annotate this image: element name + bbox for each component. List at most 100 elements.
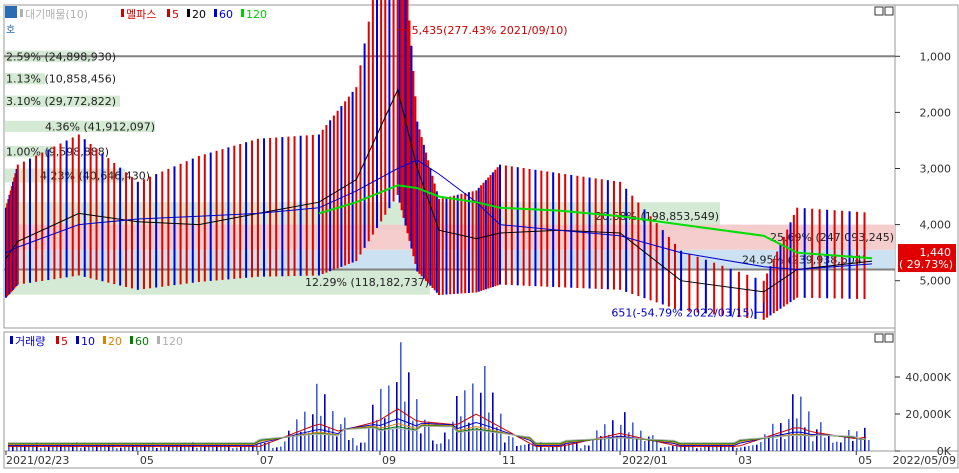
volume-bar (636, 437, 638, 451)
volume-bar (844, 437, 846, 451)
volume-bar (672, 445, 674, 451)
volume-bar (756, 444, 758, 451)
price-candle (355, 87, 358, 262)
price-candle (321, 129, 324, 275)
volume-bar (244, 446, 246, 451)
price-candle (221, 149, 224, 280)
price-candle (856, 211, 859, 299)
maximize-icon[interactable] (884, 6, 894, 16)
volume-bar (744, 446, 746, 451)
price-candle (637, 202, 640, 297)
volume-bar (288, 430, 290, 451)
volume-bar (792, 394, 794, 451)
price-axis-label: 2,000 (920, 106, 952, 119)
volume-bar (696, 448, 698, 451)
price-candle (287, 136, 290, 277)
volume-bar (492, 392, 494, 451)
volume-profile-label: 1.13% (10,858,456) (6, 73, 116, 86)
volume-bar (868, 440, 870, 451)
price-candle (125, 172, 128, 287)
price-candle (433, 183, 436, 291)
minimize-icon[interactable] (874, 333, 884, 343)
price-candle (425, 152, 428, 281)
price-candle (427, 160, 430, 284)
price-candle (762, 280, 765, 320)
volume-bar (84, 447, 86, 451)
volume-bar (344, 417, 346, 451)
legend-swatch (76, 336, 79, 344)
volume-profile-label: 1.00% (9,598,888) (6, 146, 109, 159)
price-candle (769, 266, 772, 316)
price-candle (16, 164, 19, 285)
volume-bar (260, 443, 262, 451)
volume-bar (120, 447, 122, 451)
price-candle (22, 161, 25, 284)
price-candle (119, 167, 122, 286)
volume-bar (316, 383, 318, 451)
price-candle (396, 0, 399, 195)
x-axis-label: 2022/01 (622, 454, 668, 467)
volume-bar (644, 441, 646, 451)
price-candle (438, 199, 440, 296)
price-candle (779, 244, 782, 309)
volume-bar (44, 447, 46, 451)
volume-bar (848, 430, 850, 451)
x-axis-label: 09 (382, 454, 396, 467)
volume-legend-item: 10 (81, 335, 95, 348)
price-candle (494, 169, 497, 287)
maximize-icon[interactable] (884, 333, 894, 343)
volume-bar (840, 442, 842, 451)
price-candle (41, 152, 44, 281)
peak-annotation: 5,435(277.43% 2021/09/10) (412, 24, 568, 37)
price-candle (344, 101, 347, 266)
price-candle (185, 161, 188, 284)
price-candle (848, 211, 851, 299)
price-candle (95, 148, 98, 280)
price-candle (317, 134, 320, 276)
legend-swatch (20, 9, 23, 17)
volume-bar (824, 437, 826, 451)
volume-bar (440, 443, 442, 451)
volume-axis-label: 20,000K (905, 408, 951, 421)
volume-bar (40, 448, 42, 451)
volume-bar (256, 444, 258, 451)
low-annotation: 651(-54.79% 2022/03/15) (611, 306, 753, 319)
price-candle (491, 172, 494, 287)
volume-bar (592, 439, 594, 451)
volume-bar (708, 446, 710, 451)
price-candle (107, 158, 110, 283)
price-candle (325, 125, 328, 273)
price-candle (113, 162, 116, 285)
volume-profile-label: 12.29% (118,182,737) (305, 276, 429, 289)
price-candle (420, 137, 423, 277)
price-candle (471, 191, 474, 293)
volume-bar (232, 448, 234, 451)
volume-bar (504, 442, 506, 451)
price-candle (89, 143, 92, 279)
legend-swatch (121, 9, 124, 17)
volume-bar (124, 446, 126, 451)
price-candle (29, 158, 32, 283)
price-candle (452, 195, 455, 295)
volume-bar (272, 448, 274, 451)
volume-bar (576, 442, 578, 451)
volume-bar (580, 448, 582, 451)
volume-bar (48, 446, 50, 451)
volume-bar (364, 442, 366, 451)
volume-bar (396, 382, 398, 451)
price-candle (841, 210, 844, 299)
volume-panel-frame (3, 331, 896, 452)
volume-bar (476, 427, 478, 451)
price-axis-label: 5,000 (920, 275, 952, 288)
price-candle (263, 138, 266, 277)
volume-bar (280, 446, 282, 451)
volume-bar (292, 434, 294, 451)
volume-bar (436, 443, 438, 451)
price-candle (371, 0, 374, 235)
volume-bar (472, 383, 474, 451)
volume-profile-label: 4.23% (40,646,430) (40, 170, 150, 183)
minimize-icon[interactable] (874, 6, 884, 16)
legend-swatch (241, 9, 244, 17)
volume-profile-label: 25.69% (247,093,245) (770, 231, 894, 244)
price-candle (441, 198, 444, 295)
